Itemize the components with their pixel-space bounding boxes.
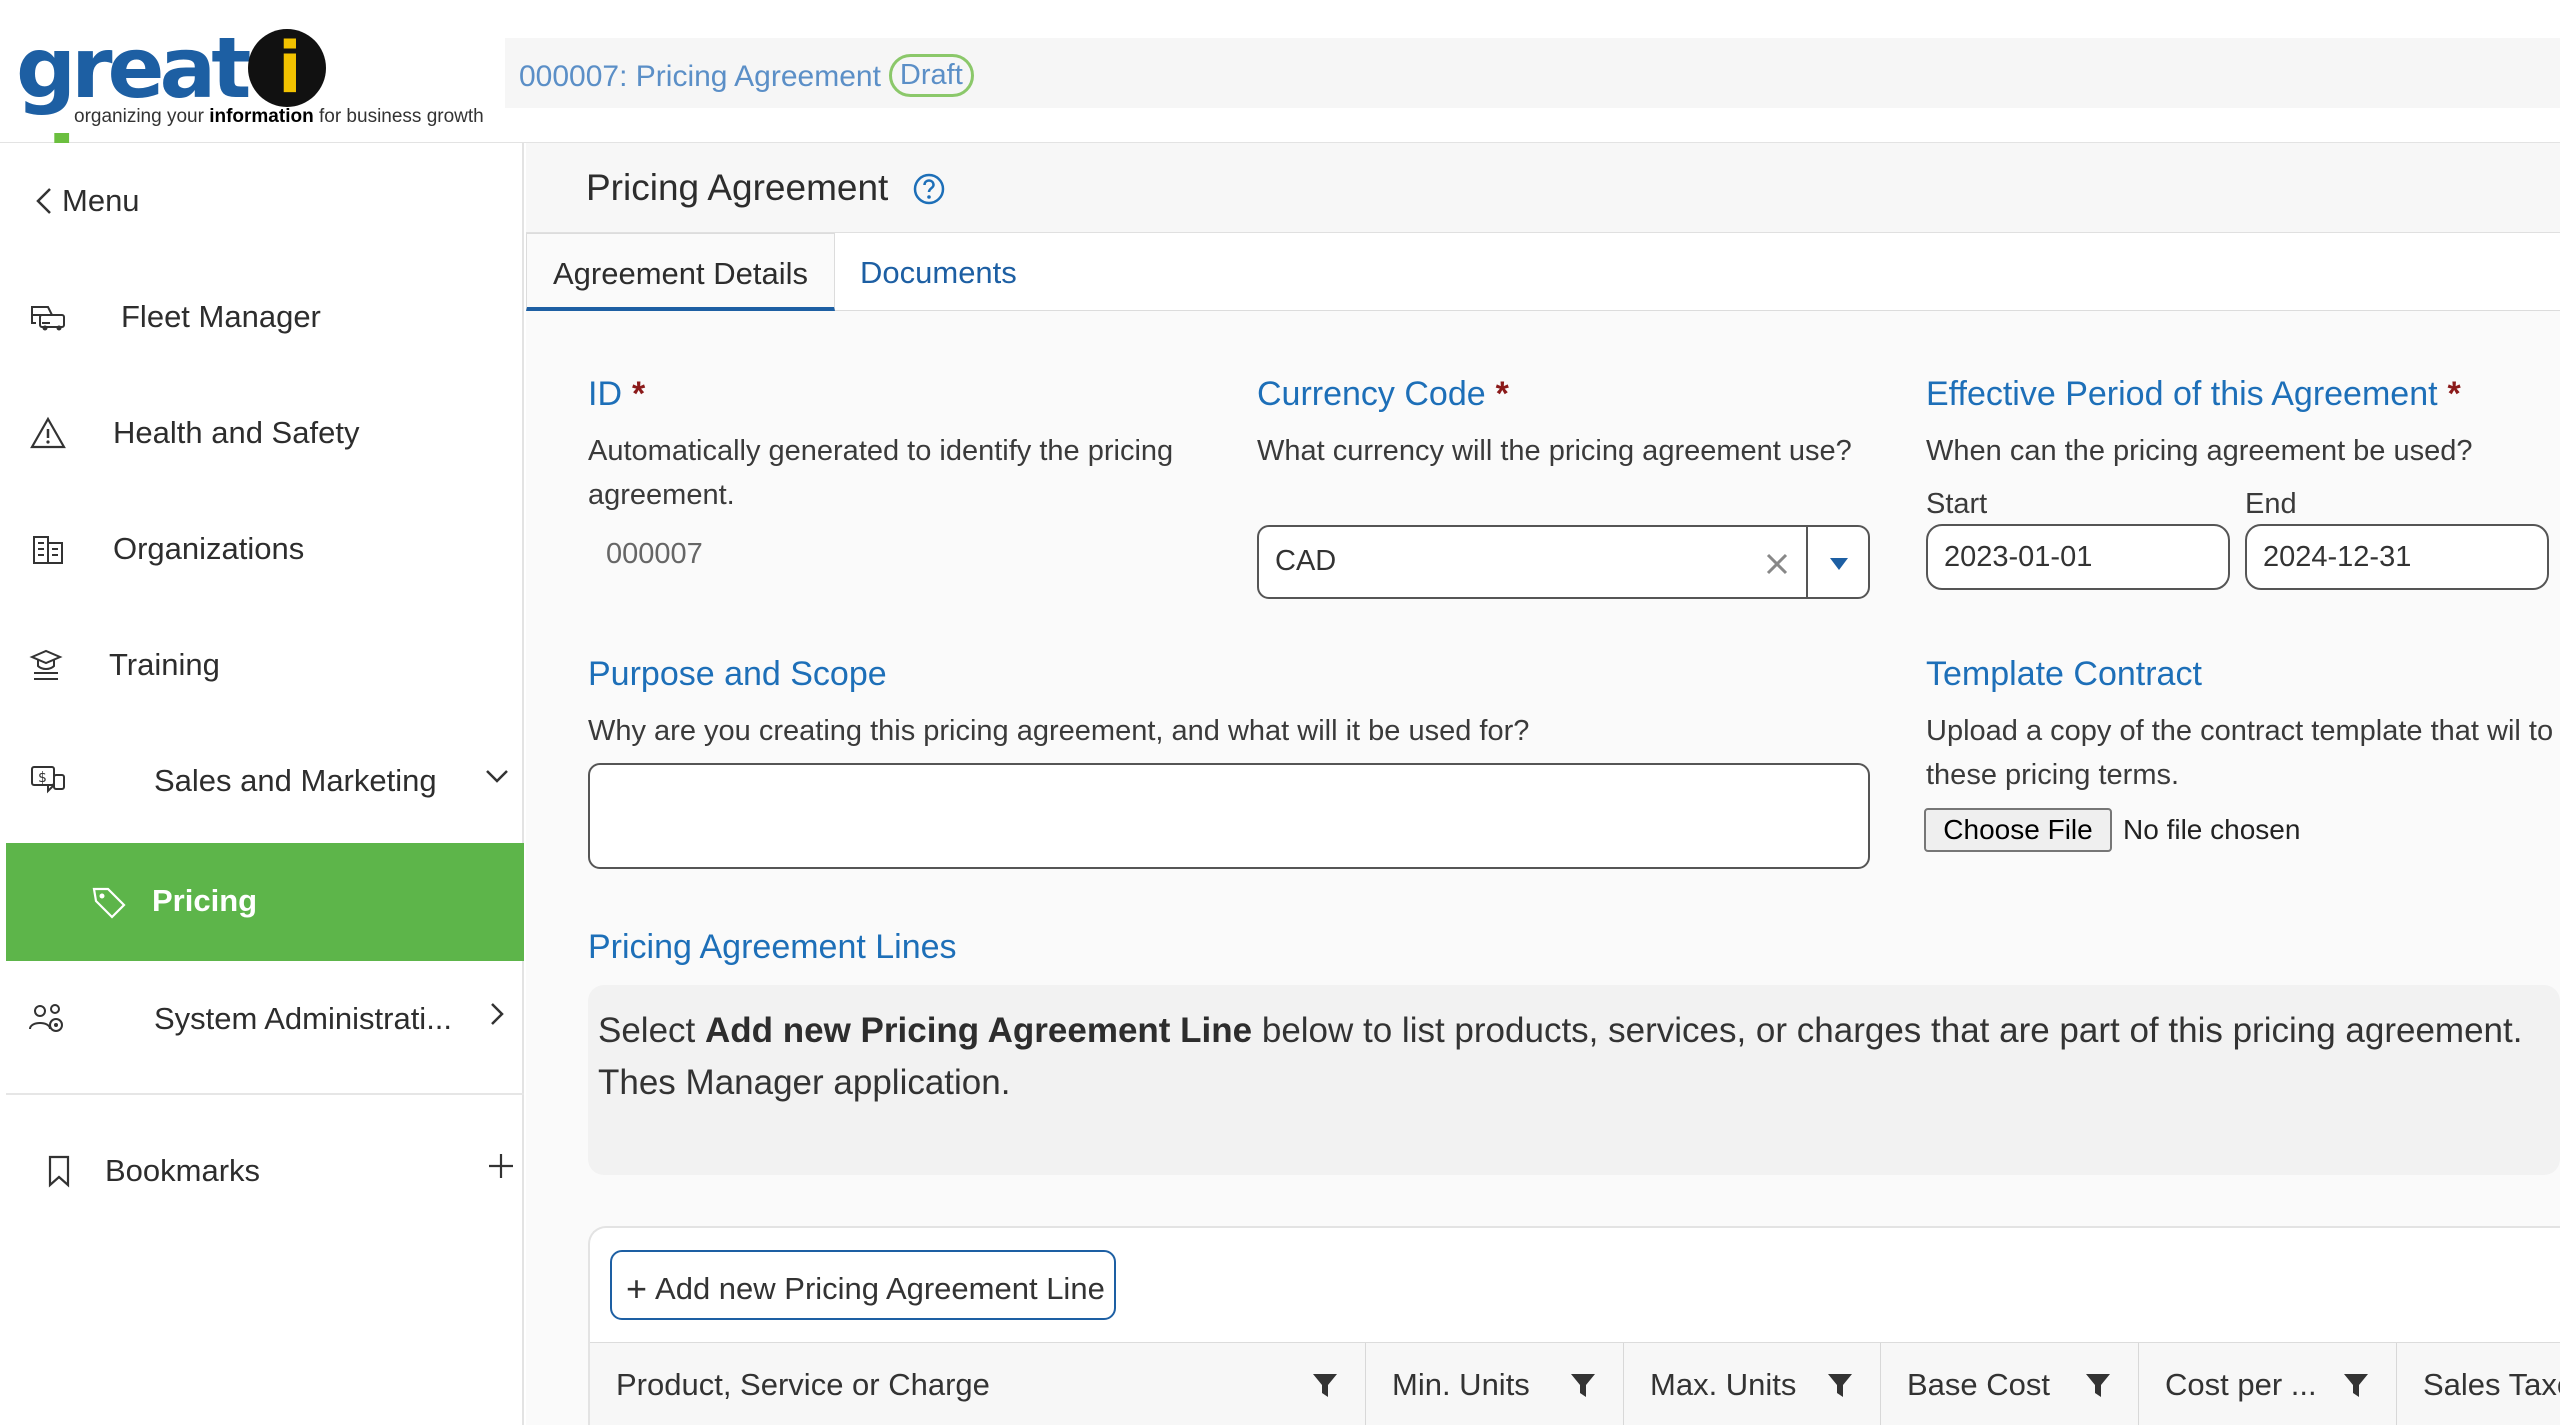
page-header: Pricing Agreement [526,143,2560,233]
sidebar-item-label: Sales and Marketing [154,763,437,798]
template-contract-title: Template Contract [1926,655,2202,693]
end-date-label: End [2245,488,2297,520]
start-date-value: 2023-01-01 [1944,541,2093,573]
filter-icon[interactable] [1569,1371,1597,1399]
bookmarks-label: Bookmarks [105,1153,261,1188]
breadcrumb[interactable]: 000007: Pricing Agreement Draft [519,54,974,99]
purpose-field-title: Purpose and Scope [588,655,887,693]
column-header-cost-per[interactable]: Cost per ... [2139,1343,2397,1425]
filter-icon[interactable] [2084,1371,2112,1399]
pricing-lines-title: Pricing Agreement Lines [588,928,957,966]
sidebar-item-label: Health and Safety [113,415,360,450]
add-pricing-line-button[interactable]: + Add new Pricing Agreement Line [610,1250,1116,1320]
required-marker: * [1495,375,1509,413]
grid-header: Product, Service or Charge Min. Units Ma… [590,1342,2560,1425]
sidebar-item-label: Organizations [113,531,305,566]
sidebar-bookmarks[interactable]: Bookmarks [6,1113,524,1229]
logo-tagline: organizing your information for business… [74,106,484,127]
purpose-textarea[interactable] [588,763,1870,869]
training-icon [29,649,63,680]
clear-icon[interactable] [1762,549,1792,579]
sidebar-item-label: Training [109,647,220,682]
sidebar-item-health-and-safety[interactable]: Health and Safety [6,375,524,491]
sidebar-menu-label: Menu [62,183,140,218]
help-icon[interactable] [912,172,946,206]
greatideaz-logo[interactable]: greatideaz organizing your information f… [16,18,484,217]
select-divider [1806,527,1808,597]
choose-file-button[interactable]: Choose File [1924,808,2112,852]
tab-agreement-details[interactable]: Agreement Details [526,233,836,311]
top-bar: greatideaz organizing your information f… [0,0,2560,217]
column-header-min-units[interactable]: Min. Units [1366,1343,1624,1425]
chevron-left-icon [36,188,51,214]
file-status-text: No file chosen [2123,814,2301,845]
column-header-base-cost[interactable]: Base Cost [1881,1343,2139,1425]
currency-select[interactable]: CAD [1257,525,1870,599]
column-header-product[interactable]: Product, Service or Charge [590,1343,1366,1425]
sidebar-item-training[interactable]: Training [6,607,524,723]
sidebar-item-system-administration[interactable]: System Administrati... [6,961,524,1077]
fleet-icon [31,306,65,331]
pricing-lines-grid: + Add new Pricing Agreement Line Product,… [588,1226,2560,1425]
effective-period-description: When can the pricing agreement be used? [1926,435,2473,467]
required-marker: * [2447,375,2461,413]
currency-select-value: CAD [1275,545,1337,577]
building-icon [33,536,63,564]
sidebar-divider [6,1093,524,1095]
tab-bar: Agreement Details Documents [526,233,2560,311]
sidebar-item-label: System Administrati... [154,1001,453,1036]
status-badge: Draft [888,54,974,97]
pricing-lines-info: Select Add new Pricing Agreement Line be… [588,985,2560,1175]
currency-field-description: What currency will the pricing agreement… [1257,435,1852,467]
sidebar-item-label: Pricing [152,883,258,918]
svg-text:$: $ [38,770,47,786]
page-title: Pricing Agreement [586,167,889,208]
end-date-value: 2024-12-31 [2263,541,2412,573]
sidebar-item-fleet-manager[interactable]: Fleet Manager [6,259,524,375]
filter-icon[interactable] [1311,1371,1339,1399]
filter-icon[interactable] [1826,1371,1854,1399]
sidebar-item-organizations[interactable]: Organizations [6,491,524,607]
plus-icon: + [626,1268,648,1309]
logo-bulb-icon: i [248,29,327,108]
dropdown-arrow-icon[interactable] [1830,558,1848,570]
sidebar-item-label: Fleet Manager [121,299,321,334]
breadcrumb-bar: 000007: Pricing Agreement Draft [505,38,2560,108]
tab-documents[interactable]: Documents [834,233,1043,311]
purpose-field-description: Why are you creating this pricing agreem… [588,715,1530,747]
id-value: 000007 [606,538,703,570]
required-marker: * [632,375,646,413]
main-content: Pricing Agreement Agreement Details Docu… [526,143,2560,1425]
chevron-down-icon[interactable] [482,761,512,791]
template-contract-description: Upload a copy of the contract template t… [1926,715,2554,791]
tag-icon [92,887,126,919]
warning-icon [30,416,66,449]
sidebar-menu-toggle[interactable]: Menu [6,143,524,259]
filter-icon[interactable] [2342,1371,2370,1399]
start-date-input[interactable]: 2023-01-01 [1926,524,2230,590]
sidebar-item-sales-and-marketing[interactable]: $ Sales and Marketing [6,723,524,839]
sales-icon: $ [31,766,65,794]
start-date-label: Start [1926,488,1988,520]
sidebar: Menu Fleet Manager Health and Safety Org… [0,143,524,1425]
id-field-title: ID * [588,375,646,413]
end-date-input[interactable]: 2024-12-31 [2245,524,2549,590]
add-bookmark-icon[interactable] [486,1151,516,1181]
bookmark-icon [48,1155,70,1188]
breadcrumb-record[interactable]: 000007: Pricing Agreement [519,60,881,93]
column-header-sales-taxes[interactable]: Sales Taxe [2397,1343,2560,1425]
chevron-right-icon[interactable] [482,999,512,1029]
effective-period-title: Effective Period of this Agreement * [1926,375,2461,413]
id-field-description: Automatically generated to identify the … [588,435,1174,511]
column-header-max-units[interactable]: Max. Units [1624,1343,1881,1425]
currency-field-title: Currency Code * [1257,375,1509,413]
users-gear-icon [29,1004,63,1032]
sidebar-item-pricing[interactable]: Pricing [6,843,524,961]
